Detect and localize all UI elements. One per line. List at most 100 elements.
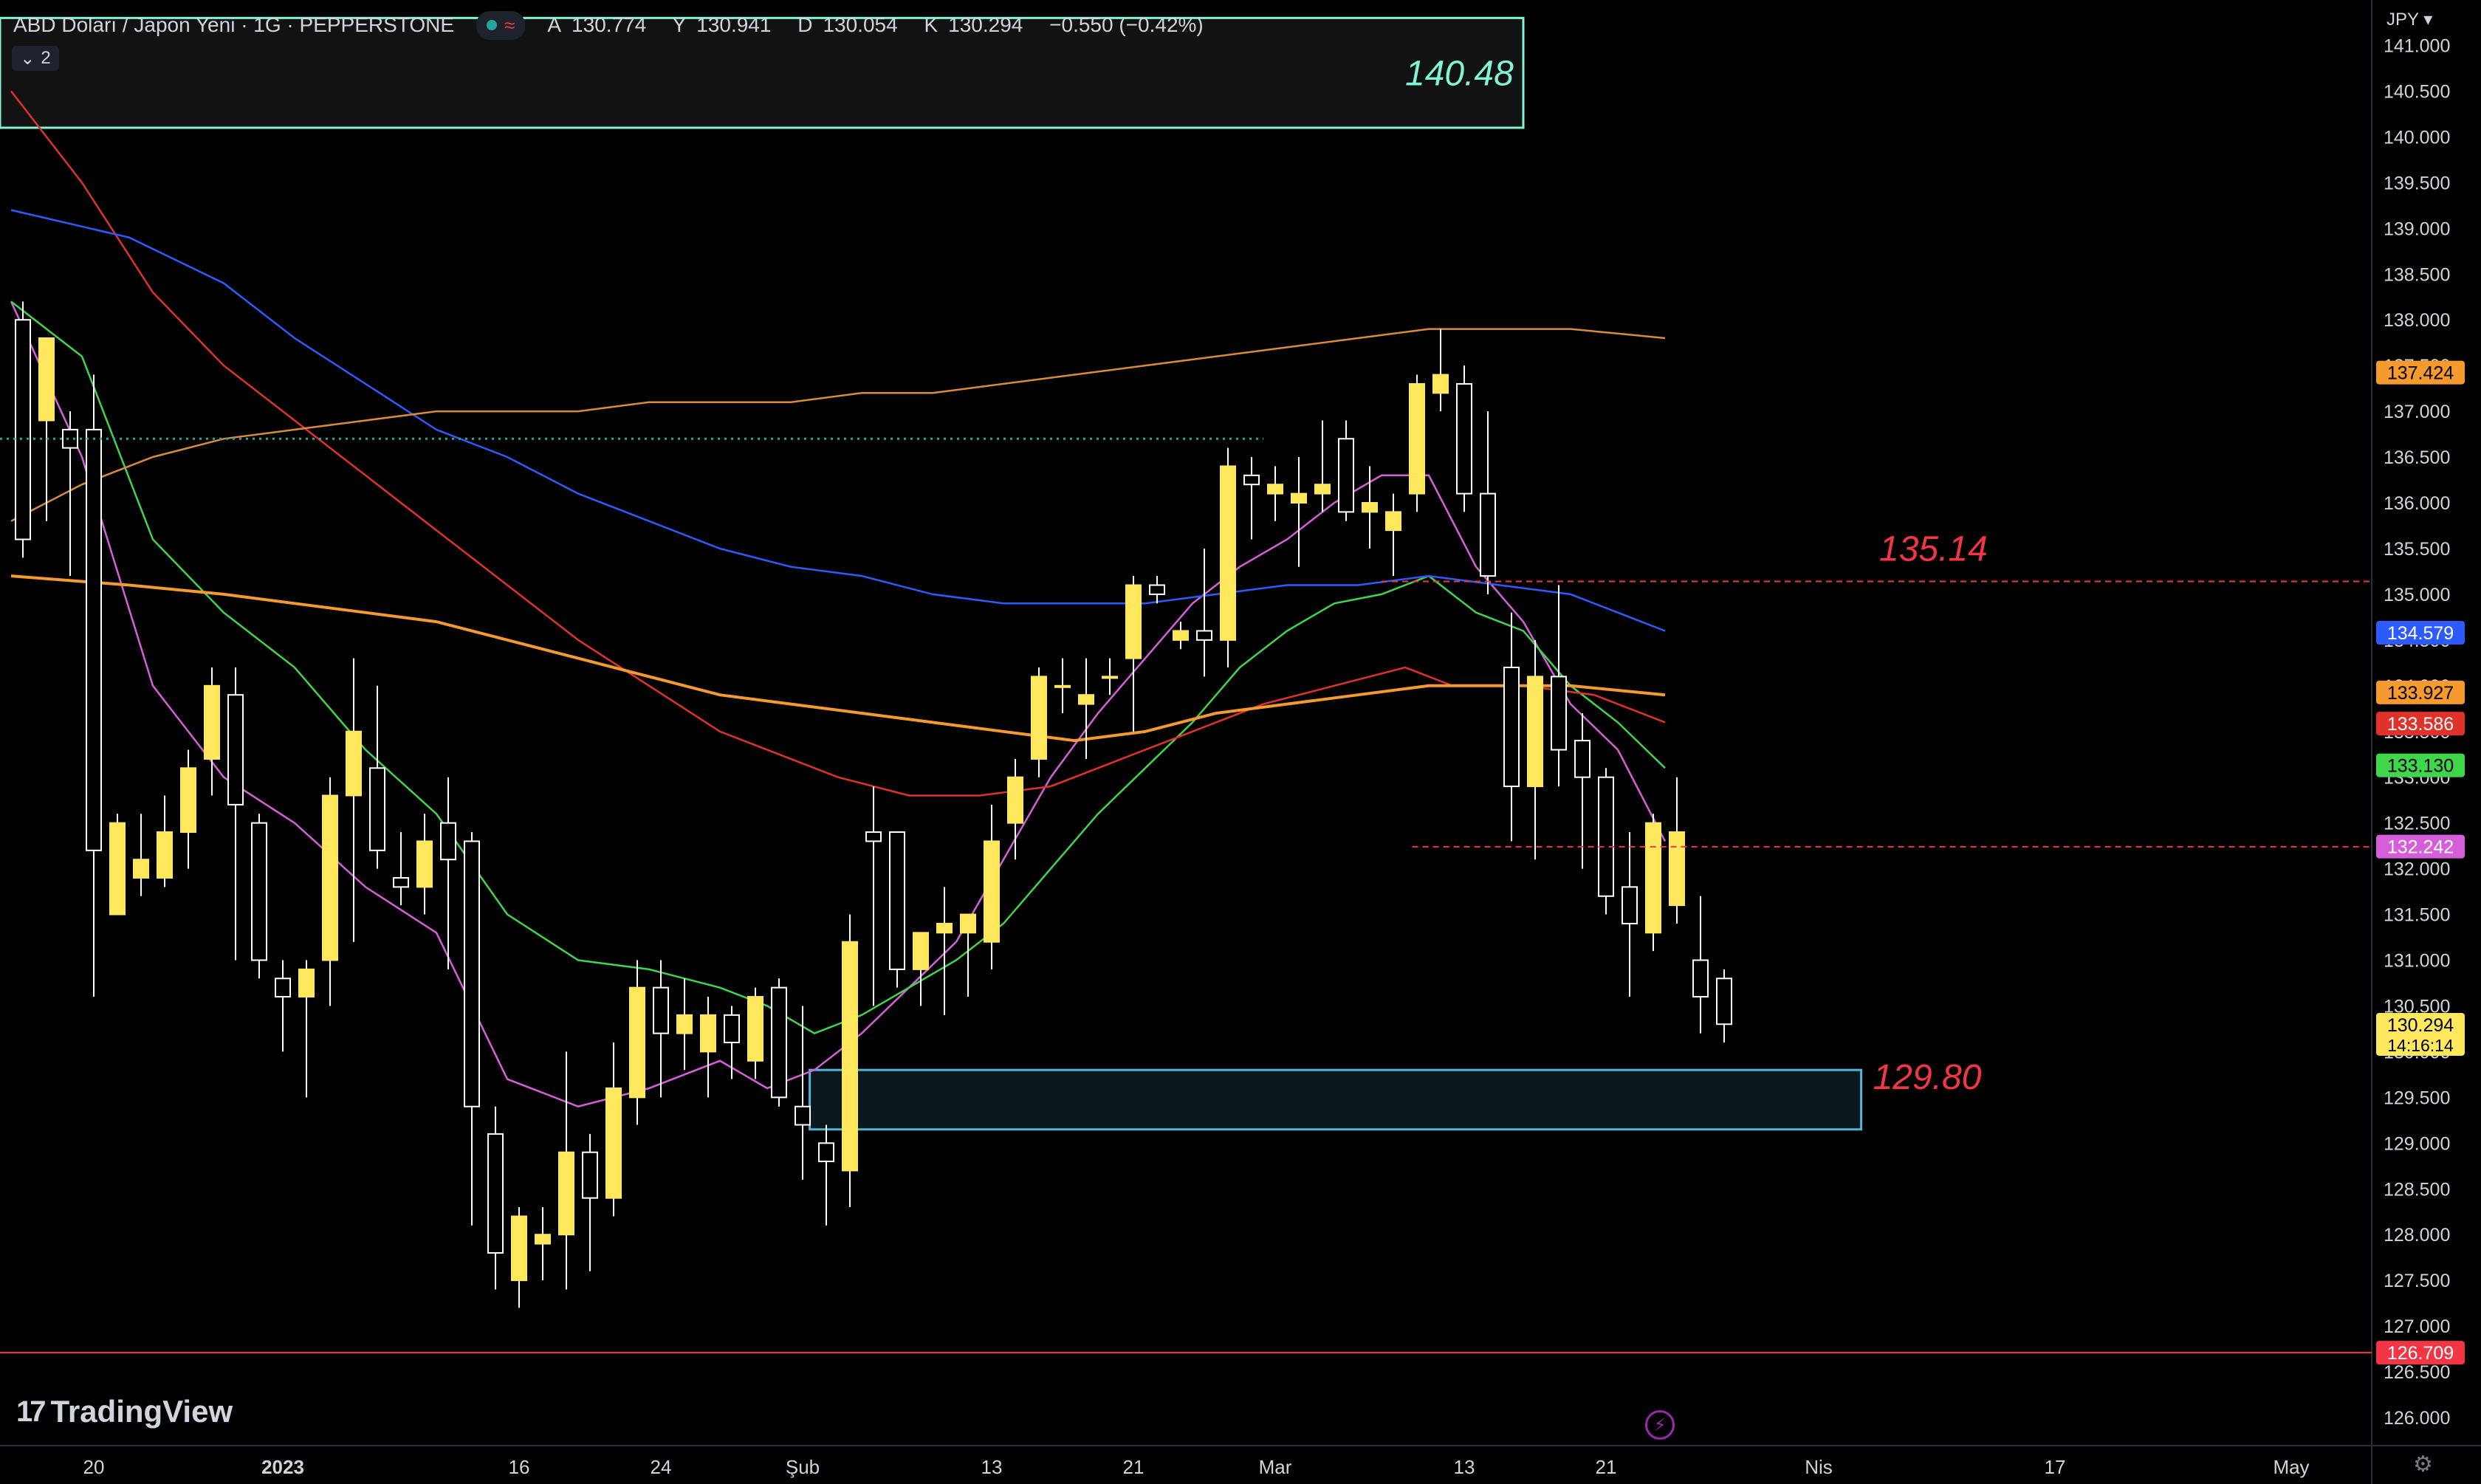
ohlc-values: A 130.774 Y 130.941 D 130.054 K 130.294 −0.5… <box>547 13 1224 37</box>
candle-body <box>629 986 645 1099</box>
x-tick-label: Nis <box>1805 1456 1833 1478</box>
symbol-header[interactable]: ABD Doları / Japon Yeni · 1G · PEPPERSTO… <box>13 7 1224 43</box>
candle-body <box>865 831 882 842</box>
currency-selector[interactable]: JPY ▾ <box>2386 9 2432 30</box>
candle-body <box>1149 584 1165 595</box>
x-tick-label: 2023 <box>261 1456 304 1478</box>
y-tick-label: 132.000 <box>2384 859 2450 880</box>
symbol-title[interactable]: ABD Doları / Japon Yeni · 1G · PEPPERSTO… <box>13 13 454 37</box>
candle <box>984 804 1000 969</box>
candle <box>1220 447 1236 668</box>
ohlc-high: Y 130.941 <box>672 13 772 36</box>
indicator-collapse-button[interactable]: ⌄ 2 <box>12 46 59 71</box>
candle-body <box>86 428 102 851</box>
candle-body <box>1598 776 1614 897</box>
candle <box>1409 374 1425 512</box>
candle <box>818 1124 834 1226</box>
candle-body <box>535 1234 551 1245</box>
candle-body <box>1338 438 1354 513</box>
support-zone-label: 129.80 <box>1873 1058 1982 1097</box>
flash-icon[interactable]: ⚡ <box>1645 1410 1675 1440</box>
y-tick-label: 131.500 <box>2384 905 2450 926</box>
candle <box>1267 466 1283 521</box>
wave-icon: ≈ <box>504 13 515 36</box>
y-tick-label: 141.000 <box>2384 36 2450 57</box>
candle-body <box>605 1087 622 1199</box>
candle <box>1291 457 1307 567</box>
candle-body <box>1551 676 1567 751</box>
candle-body <box>464 840 480 1107</box>
candle <box>1480 411 1496 594</box>
candle <box>180 749 196 869</box>
candle-body <box>771 986 787 1099</box>
candle <box>1622 832 1638 997</box>
candle <box>747 987 763 1079</box>
y-tick-label: 138.500 <box>2384 264 2450 285</box>
chart-canvas[interactable]: 140.48 129.80 135.14 126.000 126.500 127.00… <box>0 0 2481 1484</box>
candle <box>275 960 291 1052</box>
candle <box>157 795 173 887</box>
candle-body <box>38 337 55 422</box>
candle <box>227 667 244 961</box>
price-tag: 133.130 <box>2376 753 2465 777</box>
gear-icon[interactable]: ⚙ <box>2413 1452 2433 1477</box>
candle-body <box>1385 511 1401 532</box>
candle <box>913 932 929 1006</box>
candle <box>1054 658 1071 713</box>
candle <box>511 1207 527 1308</box>
x-tick-label: 21 <box>1123 1456 1145 1478</box>
price-tag: 133.586 <box>2376 712 2465 736</box>
y-tick-label: 135.000 <box>2384 585 2450 605</box>
price-tag-label: 126.709 <box>2387 1343 2454 1364</box>
candle <box>629 960 645 1125</box>
tradingview-logo[interactable]: 17 TradingView <box>16 1394 233 1429</box>
candle-body <box>1716 978 1732 1026</box>
ohlc-close: K 130.294 <box>924 13 1023 36</box>
candle <box>416 814 433 915</box>
candle <box>865 786 882 1006</box>
candle <box>1338 420 1354 521</box>
candle <box>936 887 953 1015</box>
candle-body <box>1362 502 1378 513</box>
candle-body <box>1574 740 1590 778</box>
y-tick-label: 126.000 <box>2384 1408 2450 1429</box>
caret-down-icon: ▾ <box>2423 10 2433 30</box>
candle <box>1243 457 1260 540</box>
candle-body <box>15 319 31 540</box>
candle <box>1645 814 1661 952</box>
price-tag: 134.579 <box>2376 621 2465 645</box>
candle-body <box>393 876 409 888</box>
candle-body <box>700 1014 716 1053</box>
y-tick-label: 131.000 <box>2384 951 2450 972</box>
candle <box>771 978 787 1107</box>
candle-body <box>204 684 220 760</box>
candle-body <box>818 1142 834 1163</box>
candle-body <box>1243 474 1260 486</box>
x-tick-label: 13 <box>981 1456 1003 1478</box>
ohlc-low: D 130.054 <box>797 13 898 36</box>
candle-body <box>795 1105 811 1126</box>
candle <box>133 814 149 896</box>
x-tick-label: 21 <box>1596 1456 1617 1478</box>
candle <box>369 685 385 869</box>
candle-body <box>1220 465 1236 641</box>
candle <box>487 1106 504 1290</box>
candle-body <box>1291 492 1307 504</box>
y-tick-label: 137.000 <box>2384 402 2450 422</box>
support-zone-box <box>809 1068 1863 1131</box>
candle-body <box>724 1014 740 1044</box>
candle-body <box>1503 667 1520 788</box>
candle-body <box>180 767 196 834</box>
y-tick-label: 127.500 <box>2384 1271 2450 1291</box>
price-tag: 126.709 <box>2376 1341 2465 1365</box>
market-status-pill[interactable]: ≈ <box>476 10 526 40</box>
price-tag: 132.242 <box>2376 834 2465 859</box>
y-tick-label: 140.500 <box>2384 81 2450 102</box>
candle-body <box>1173 630 1189 641</box>
price-tag-label: 134.579 <box>2387 623 2454 644</box>
y-tick-label: 135.500 <box>2384 539 2450 560</box>
candle-body <box>1480 492 1496 577</box>
price-tag-label: 130.294 <box>2387 1015 2454 1036</box>
candle-body <box>1031 676 1047 760</box>
candle <box>653 960 669 1098</box>
